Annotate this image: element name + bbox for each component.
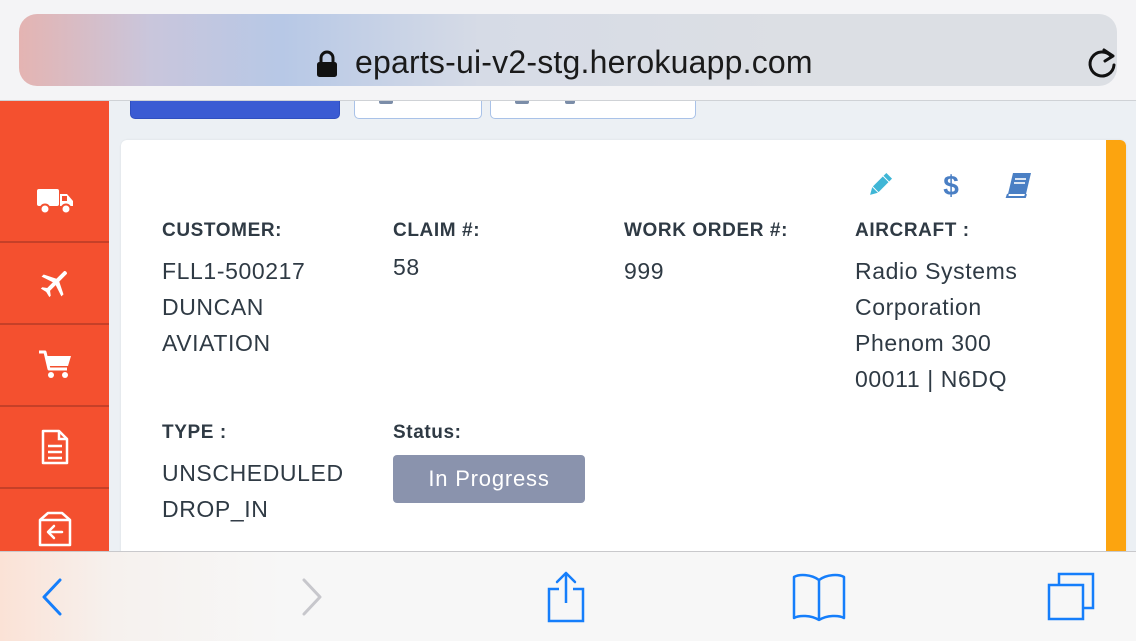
share-icon (547, 571, 585, 622)
svg-text:$: $ (943, 170, 959, 200)
document-icon (41, 429, 68, 465)
sidebar-item-aircraft[interactable] (0, 243, 109, 325)
airplane-icon (40, 270, 67, 298)
sidebar-item-cart[interactable] (0, 325, 109, 407)
type-line: DROP_IN (162, 496, 269, 522)
aircraft-line: Phenom 300 (855, 330, 992, 356)
address-bar[interactable]: eparts-ui-v2-stg.herokuapp.com (19, 14, 1117, 86)
sidebar-item-documents[interactable] (0, 407, 109, 489)
edit-icon[interactable] (865, 170, 895, 200)
claim-value: 58 (393, 254, 420, 280)
cart-icon (38, 350, 71, 378)
card-accent-bar (1106, 140, 1126, 570)
sidebar-item-shipping[interactable] (0, 161, 109, 243)
aircraft-value: Radio Systems Corporation Phenom 300 000… (855, 253, 1017, 397)
bookmarks-button[interactable] (786, 552, 852, 641)
status-badge: In Progress (393, 455, 585, 503)
forward-icon (302, 578, 322, 615)
aircraft-line: Corporation (855, 294, 982, 320)
dollar-icon[interactable]: $ (936, 170, 966, 200)
aircraft-label: AIRCRAFT : (855, 220, 970, 241)
status-label: Status: (393, 422, 462, 443)
tab-button-primary[interactable] (130, 100, 340, 119)
claim-label: CLAIM #: (393, 220, 481, 241)
sidebar-item-returns[interactable] (0, 489, 109, 552)
type-line: UNSCHEDULED (162, 460, 344, 486)
customer-line: DUNCAN (162, 294, 264, 320)
lock-icon (317, 50, 337, 77)
work-order-value: 999 (624, 258, 665, 284)
share-button[interactable] (536, 552, 596, 641)
reload-icon[interactable] (1085, 46, 1119, 80)
type-label: TYPE : (162, 422, 227, 443)
claim-card: $ CUSTOMER: FLL1-500217 DUNCAN AVIATION … (121, 140, 1126, 570)
back-icon (42, 578, 62, 615)
back-button[interactable] (22, 552, 82, 641)
forward-button[interactable] (282, 552, 342, 641)
type-value: UNSCHEDULED DROP_IN (162, 455, 344, 527)
browser-bottom-toolbar (0, 551, 1136, 641)
aircraft-line: Radio Systems (855, 258, 1018, 284)
book-icon[interactable] (1004, 170, 1034, 200)
aircraft-line: 00011 | N6DQ (855, 366, 1008, 392)
customer-line: AVIATION (162, 330, 271, 356)
tabs-icon (1047, 572, 1095, 620)
customer-label: CUSTOMER: (162, 220, 283, 241)
customer-value: FLL1-500217 DUNCAN AVIATION (162, 253, 305, 361)
sidebar (0, 100, 109, 552)
customer-line: FLL1-500217 (162, 258, 306, 284)
tab-button-tertiary[interactable] (490, 100, 696, 119)
truck-icon (36, 189, 73, 215)
tab-button-secondary[interactable] (354, 100, 482, 119)
work-order-label: WORK ORDER #: (624, 220, 789, 241)
return-box-icon (38, 511, 71, 547)
tabs-button[interactable] (1040, 552, 1102, 641)
browser-top-bar: eparts-ui-v2-stg.herokuapp.com (0, 0, 1136, 101)
bookmarks-icon (792, 573, 846, 621)
url-text[interactable]: eparts-ui-v2-stg.herokuapp.com (355, 44, 813, 81)
